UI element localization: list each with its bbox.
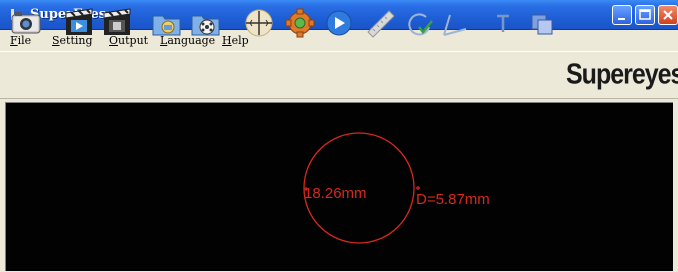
maximize-icon bbox=[639, 9, 651, 20]
minimize-icon bbox=[618, 18, 625, 20]
camera-icon[interactable] bbox=[9, 7, 43, 39]
video-folder-icon[interactable] bbox=[189, 7, 223, 39]
video-record-icon[interactable] bbox=[62, 7, 96, 39]
diameter-point-marker bbox=[416, 186, 420, 190]
close-button[interactable] bbox=[658, 5, 678, 25]
circle-measure-icon[interactable] bbox=[404, 7, 438, 39]
crosshair-icon[interactable] bbox=[242, 7, 276, 39]
radius-label: 18.26mm bbox=[304, 185, 367, 202]
close-icon bbox=[663, 10, 673, 20]
video-stop-icon[interactable] bbox=[100, 7, 134, 39]
minimize-button[interactable] bbox=[612, 5, 632, 25]
video-preview[interactable]: 18.26mm D=5.87mm bbox=[5, 102, 673, 271]
play-icon[interactable] bbox=[322, 7, 356, 39]
angle-measure-icon[interactable] bbox=[436, 7, 470, 39]
diameter-label: D=5.87mm bbox=[416, 191, 490, 208]
ruler-icon[interactable] bbox=[364, 7, 398, 39]
brand-logo: Supereyes bbox=[566, 58, 678, 91]
color-overlay-icon[interactable] bbox=[525, 7, 559, 39]
maximize-button[interactable] bbox=[635, 5, 655, 25]
settings-gear-icon[interactable] bbox=[283, 7, 317, 39]
text-tool-icon[interactable] bbox=[486, 7, 520, 39]
open-folder-icon[interactable] bbox=[150, 7, 184, 39]
